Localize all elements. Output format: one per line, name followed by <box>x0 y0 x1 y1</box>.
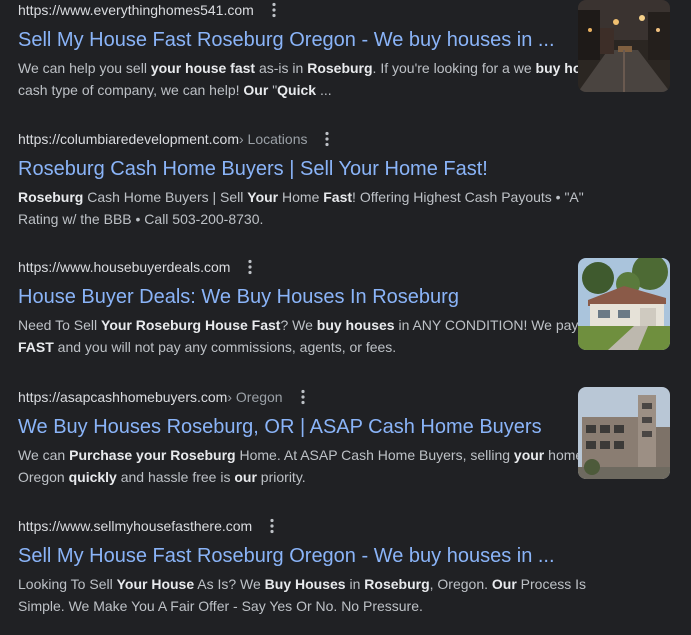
result-url-line[interactable]: https://asapcashhomebuyers.com › Oregon <box>18 387 618 407</box>
street-at-night-photo <box>578 0 670 92</box>
snippet-keyword: Your House <box>116 576 195 592</box>
snippet-text: cash type of company, we can help! <box>18 82 244 98</box>
result-breadcrumb: › Oregon <box>227 389 283 405</box>
snippet-keyword: Fast <box>323 189 353 205</box>
snippet-keyword: Your Roseburg House Fast <box>101 317 281 333</box>
snippet-keyword: Our <box>243 82 269 98</box>
snippet-keyword: our <box>234 469 257 485</box>
more-vert-icon[interactable] <box>317 129 337 149</box>
snippet-text: ... <box>316 82 332 98</box>
result-title-link[interactable]: We Buy Houses Roseburg, OR | ASAP Cash H… <box>18 414 618 440</box>
snippet-keyword: Our <box>491 576 517 592</box>
result-title-link[interactable]: Sell My House Fast Roseburg Oregon - We … <box>18 543 618 569</box>
result-snippet: We can help you sell your house fast as-… <box>18 57 618 101</box>
result-snippet: Roseburg Cash Home Buyers | Sell Your Ho… <box>18 186 618 230</box>
snippet-keyword: Buy Houses <box>264 576 346 592</box>
result-url-line[interactable]: https://www.housebuyerdeals.com <box>18 257 618 277</box>
snippet-text: Cash Home Buyers | Sell <box>83 189 248 205</box>
more-vert-icon[interactable] <box>264 0 284 20</box>
snippet-keyword: Roseburg <box>307 60 373 76</box>
result-snippet: Looking To Sell Your House As Is? We Buy… <box>18 573 618 617</box>
result-snippet: Need To Sell Your Roseburg House Fast? W… <box>18 314 618 358</box>
result-url[interactable]: https://www.everythinghomes541.com <box>18 0 254 20</box>
snippet-text: . If you're looking for a we <box>372 60 536 76</box>
snippet-text: We can <box>18 447 70 463</box>
snippet-keyword: Roseburg <box>18 189 84 205</box>
result-url[interactable]: https://www.sellmyhousefasthere.com <box>18 516 252 536</box>
snippet-text: As Is? We <box>194 576 265 592</box>
result-thumbnail-image[interactable] <box>578 258 670 350</box>
more-vert-icon[interactable] <box>240 257 260 277</box>
snippet-keyword: buy houses <box>316 317 395 333</box>
result-url-line[interactable]: https://www.sellmyhousefasthere.com <box>18 516 618 536</box>
snippet-text: We can help you sell <box>18 60 151 76</box>
snippet-text: Home. At ASAP Cash Home Buyers, selling <box>235 447 514 463</box>
search-result: https://www.sellmyhousefasthere.com Sell… <box>18 516 618 617</box>
snippet-keyword: your house fast <box>150 60 256 76</box>
snippet-keyword: Quick <box>277 82 317 98</box>
snippet-keyword: your <box>513 447 545 463</box>
snippet-text: as-is in <box>255 60 308 76</box>
result-title-link[interactable]: House Buyer Deals: We Buy Houses In Rose… <box>18 284 618 310</box>
result-url[interactable]: https://asapcashhomebuyers.com <box>18 387 227 407</box>
search-result: https://www.everythinghomes541.com Sell … <box>18 0 618 101</box>
snippet-text: " <box>268 82 278 98</box>
result-thumbnail-image[interactable] <box>578 0 670 92</box>
house-photo <box>578 258 670 350</box>
snippet-text: Home <box>278 189 324 205</box>
result-url-line[interactable]: https://columbiaredevelopment.com › Loca… <box>18 129 618 149</box>
result-title-link[interactable]: Roseburg Cash Home Buyers | Sell Your Ho… <box>18 156 618 182</box>
search-result: https://asapcashhomebuyers.com › Oregon … <box>18 387 618 488</box>
snippet-text: , Oregon. <box>429 576 492 592</box>
snippet-keyword: FAST <box>18 339 54 355</box>
result-url[interactable]: https://columbiaredevelopment.com <box>18 129 239 149</box>
result-url[interactable]: https://www.housebuyerdeals.com <box>18 257 230 277</box>
snippet-keyword: Roseburg <box>364 576 430 592</box>
snippet-text: ? We <box>280 317 317 333</box>
snippet-text: in ANY CONDITION! We pay <box>394 317 579 333</box>
snippet-text: and hassle free is <box>116 469 235 485</box>
snippet-keyword: Purchase your Roseburg <box>69 447 236 463</box>
snippet-text: priority. <box>256 469 306 485</box>
snippet-text: Need To Sell <box>18 317 102 333</box>
building-photo <box>578 387 670 479</box>
result-snippet: We can Purchase your Roseburg Home. At A… <box>18 444 618 488</box>
more-vert-icon[interactable] <box>262 516 282 536</box>
more-vert-icon[interactable] <box>293 387 313 407</box>
search-result: https://www.housebuyerdeals.com House Bu… <box>18 257 618 358</box>
result-thumbnail-image[interactable] <box>578 387 670 479</box>
result-title-link[interactable]: Sell My House Fast Roseburg Oregon - We … <box>18 27 618 53</box>
snippet-keyword: quickly <box>68 469 117 485</box>
snippet-text: Looking To Sell <box>18 576 117 592</box>
result-url-line[interactable]: https://www.everythinghomes541.com <box>18 0 618 20</box>
snippet-text: in <box>345 576 365 592</box>
snippet-text: and you will not pay any commissions, ag… <box>53 339 397 355</box>
search-result: https://columbiaredevelopment.com › Loca… <box>18 129 618 230</box>
result-breadcrumb: › Locations <box>239 131 308 147</box>
snippet-keyword: Your <box>247 189 279 205</box>
